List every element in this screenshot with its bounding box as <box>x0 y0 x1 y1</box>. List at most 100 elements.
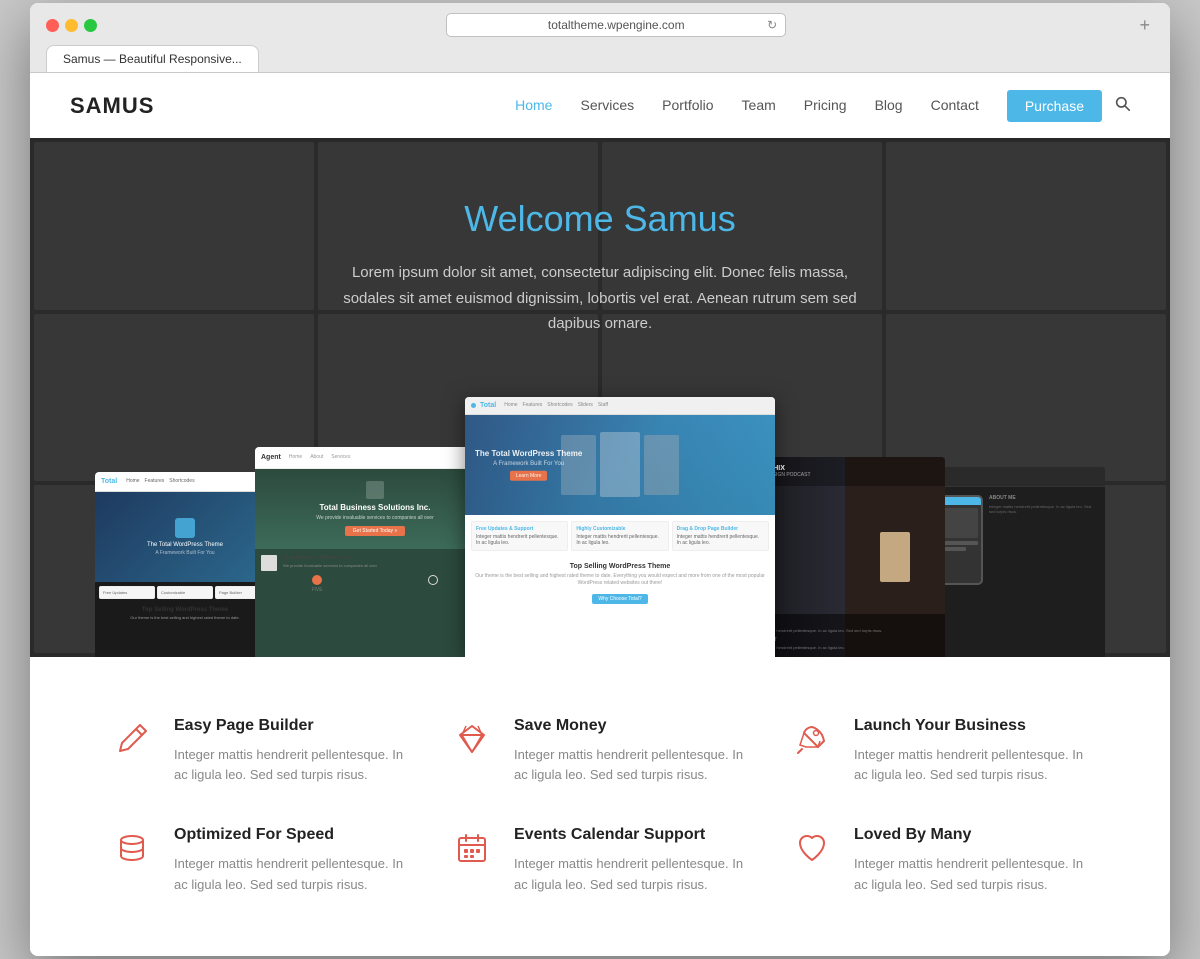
feature-title-launch-business: Launch Your Business <box>854 717 1090 735</box>
feature-text-events-calendar: Events Calendar Support Integer mattis h… <box>514 826 750 896</box>
feature-item-launch-business: Launch Your Business Integer mattis hend… <box>790 717 1090 787</box>
browser-tabs: Samus — Beautiful Responsive... <box>46 45 1154 72</box>
website-content: SAMUS Home Services Portfolio Team Prici… <box>30 73 1170 956</box>
purchase-button[interactable]: Purchase <box>1007 90 1102 122</box>
minimize-button[interactable] <box>65 19 78 32</box>
screenshot-left: Agent Home About Services Total Business… <box>255 447 495 657</box>
hero-screenshots: Total HomeFeaturesShortcodes The Total W… <box>50 397 1150 657</box>
main-nav: Home Services Portfolio Team Pricing Blo… <box>515 90 1102 122</box>
refresh-icon[interactable]: ↻ <box>767 18 777 32</box>
site-logo[interactable]: SAMUS <box>70 93 154 119</box>
header-dot <box>471 403 476 408</box>
new-tab-button[interactable]: + <box>1135 15 1154 36</box>
screenshot-feature-2: Highly Customizable Integer mattis hendr… <box>571 521 668 551</box>
browser-window: totaltheme.wpengine.com ↻ + Samus — Beau… <box>30 3 1170 956</box>
screenshot-main-hero: The Total WordPress Theme A Framework Bu… <box>465 415 775 515</box>
screenshot-left-header: Agent Home About Services <box>255 447 495 469</box>
feature-text-easy-page-builder: Easy Page Builder Integer mattis hendrer… <box>174 717 410 787</box>
nav-link-contact[interactable]: Contact <box>931 97 979 113</box>
feature-text-launch-business: Launch Your Business Integer mattis hend… <box>854 717 1090 787</box>
feature-icon-database <box>110 826 154 870</box>
feature-desc-easy-page-builder: Integer mattis hendrerit pellentesque. I… <box>174 745 410 787</box>
nav-item-home[interactable]: Home <box>515 97 552 115</box>
feature-title-events-calendar: Events Calendar Support <box>514 826 750 844</box>
address-bar[interactable]: totaltheme.wpengine.com ↻ <box>446 13 786 37</box>
feature-icon-calendar <box>450 826 494 870</box>
feature-icon-diamond <box>450 717 494 761</box>
feature-item-loved-by-many: Loved By Many Integer mattis hendrerit p… <box>790 826 1090 896</box>
screenshot-far-right: ABOUT ME Integer mattis hendrerit pellen… <box>925 467 1105 657</box>
nav-item-team[interactable]: Team <box>742 97 776 115</box>
feature-desc-launch-business: Integer mattis hendrerit pellentesque. I… <box>854 745 1090 787</box>
screenshot-far-left: Total HomeFeaturesShortcodes The Total W… <box>95 472 275 657</box>
nav-link-portfolio[interactable]: Portfolio <box>662 97 713 113</box>
feature-desc-optimized-speed: Integer mattis hendrerit pellentesque. I… <box>174 854 410 896</box>
screenshot-feature-1: Free Updates & Support Integer mattis he… <box>471 521 568 551</box>
hero-title: Welcome Samus <box>340 198 860 240</box>
feature-title-easy-page-builder: Easy Page Builder <box>174 717 410 735</box>
nav-header: SAMUS Home Services Portfolio Team Prici… <box>30 73 1170 138</box>
feature-item-optimized-speed: Optimized For Speed Integer mattis hendr… <box>110 826 410 896</box>
feature-text-loved-by-many: Loved By Many Integer mattis hendrerit p… <box>854 826 1090 896</box>
address-bar-wrap: totaltheme.wpengine.com ↻ <box>105 13 1127 37</box>
nav-item-portfolio[interactable]: Portfolio <box>662 97 713 115</box>
nav-item-blog[interactable]: Blog <box>875 97 903 115</box>
screenshot-main-features: Free Updates & Support Integer mattis he… <box>465 515 775 557</box>
bg-item <box>886 142 1166 310</box>
url-text: totaltheme.wpengine.com <box>548 18 685 32</box>
nav-link-team[interactable]: Team <box>742 97 776 113</box>
tab-label: Samus — Beautiful Responsive... <box>63 52 242 66</box>
screenshot-main-hero-text: The Total WordPress Theme A Framework Bu… <box>475 448 582 480</box>
feature-item-save-money: Save Money Integer mattis hendrerit pell… <box>450 717 750 787</box>
feature-desc-loved-by-many: Integer mattis hendrerit pellentesque. I… <box>854 854 1090 896</box>
screenshot-main-header: Total Home Features Shortcodes Sliders S… <box>465 397 775 415</box>
nav-link-blog[interactable]: Blog <box>875 97 903 113</box>
screenshot-left-title: Total Business Solutions Inc. <box>320 503 431 512</box>
feature-icon-rocket <box>790 717 834 761</box>
nav-links-list: Home Services Portfolio Team Pricing Blo… <box>515 90 1102 122</box>
nav-item-pricing[interactable]: Pricing <box>804 97 847 115</box>
browser-top-bar: totaltheme.wpengine.com ↻ + <box>46 13 1154 37</box>
screenshot-feature-3: Drag & Drop Page Builder Integer mattis … <box>672 521 769 551</box>
feature-title-loved-by-many: Loved By Many <box>854 826 1090 844</box>
nav-link-services[interactable]: Services <box>580 97 634 113</box>
feature-icon-heart <box>790 826 834 870</box>
screenshot-bottom-text: Our theme is the best selling and highes… <box>471 573 769 587</box>
screenshot-cta-button: Why Choose Total? <box>592 594 647 604</box>
feature-text-save-money: Save Money Integer mattis hendrerit pell… <box>514 717 750 787</box>
screenshot-left-subtitle: We provide invaluable services to compan… <box>316 515 433 521</box>
feature-item-easy-page-builder: Easy Page Builder Integer mattis hendrer… <box>110 717 410 787</box>
screenshot-left-hero: Total Business Solutions Inc. We provide… <box>255 469 495 549</box>
feature-item-events-calendar: Events Calendar Support Integer mattis h… <box>450 826 750 896</box>
screenshot-right: GRAPHIX WEB DESIGN PODCAST QUALITY Integ… <box>745 457 945 657</box>
traffic-lights <box>46 19 97 32</box>
feature-title-save-money: Save Money <box>514 717 750 735</box>
screenshot-left-content: Total Business Solutions Inc. We provide… <box>255 549 495 599</box>
feature-desc-events-calendar: Integer mattis hendrerit pellentesque. I… <box>514 854 750 896</box>
feature-title-optimized-speed: Optimized For Speed <box>174 826 410 844</box>
hero-section: Welcome Samus Lorem ipsum dolor sit amet… <box>30 138 1170 657</box>
features-grid: Easy Page Builder Integer mattis hendrer… <box>110 717 1090 896</box>
features-section: Easy Page Builder Integer mattis hendrer… <box>30 657 1170 956</box>
close-button[interactable] <box>46 19 59 32</box>
screenshot-left-logo: Agent <box>261 454 281 461</box>
nav-link-home[interactable]: Home <box>515 97 552 113</box>
nav-link-pricing[interactable]: Pricing <box>804 97 847 113</box>
feature-desc-save-money: Integer mattis hendrerit pellentesque. I… <box>514 745 750 787</box>
maximize-button[interactable] <box>84 19 97 32</box>
hero-content: Welcome Samus Lorem ipsum dolor sit amet… <box>340 198 860 377</box>
screenshot-main-bottom: Top Selling WordPress Theme Our theme is… <box>465 557 775 611</box>
active-tab[interactable]: Samus — Beautiful Responsive... <box>46 45 259 72</box>
search-icon[interactable] <box>1114 95 1130 116</box>
feature-text-optimized-speed: Optimized For Speed Integer mattis hendr… <box>174 826 410 896</box>
nav-item-contact[interactable]: Contact <box>931 97 979 115</box>
screenshot-left-btn: Get Started Today » <box>345 526 405 536</box>
screenshot-main: Total Home Features Shortcodes Sliders S… <box>465 397 775 657</box>
screenshot-bottom-title: Top Selling WordPress Theme <box>471 563 769 570</box>
feature-icon-pencil <box>110 717 154 761</box>
browser-chrome: totaltheme.wpengine.com ↻ + Samus — Beau… <box>30 3 1170 73</box>
nav-item-purchase[interactable]: Purchase <box>1007 90 1102 122</box>
bg-item <box>34 142 314 310</box>
nav-item-services[interactable]: Services <box>580 97 634 115</box>
hero-description: Lorem ipsum dolor sit amet, consectetur … <box>340 260 860 337</box>
